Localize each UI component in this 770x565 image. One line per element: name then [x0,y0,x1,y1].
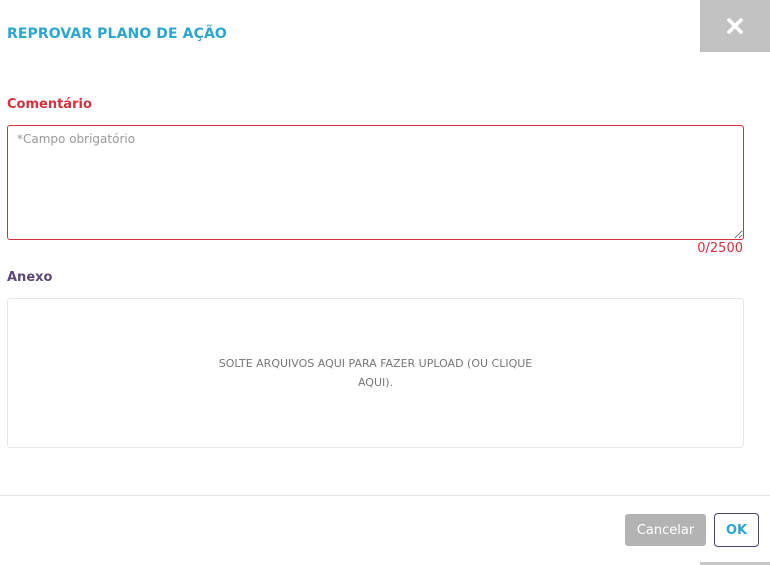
ok-button[interactable]: OK [714,513,759,547]
cancel-button[interactable]: Cancelar [625,514,706,546]
character-counter: 0/2500 [697,241,743,256]
close-icon [727,18,743,34]
dialog-title: REPROVAR PLANO DE AÇÃO [7,26,227,42]
footer-divider [0,495,770,496]
close-button[interactable] [700,0,770,52]
comment-textarea[interactable] [7,125,744,240]
dropzone-text: SOLTE ARQUIVOS AQUI PARA FAZER UPLOAD (O… [218,357,533,389]
comment-label: Comentário [7,97,92,112]
attachment-label: Anexo [7,270,53,285]
file-dropzone[interactable]: SOLTE ARQUIVOS AQUI PARA FAZER UPLOAD (O… [7,298,744,448]
